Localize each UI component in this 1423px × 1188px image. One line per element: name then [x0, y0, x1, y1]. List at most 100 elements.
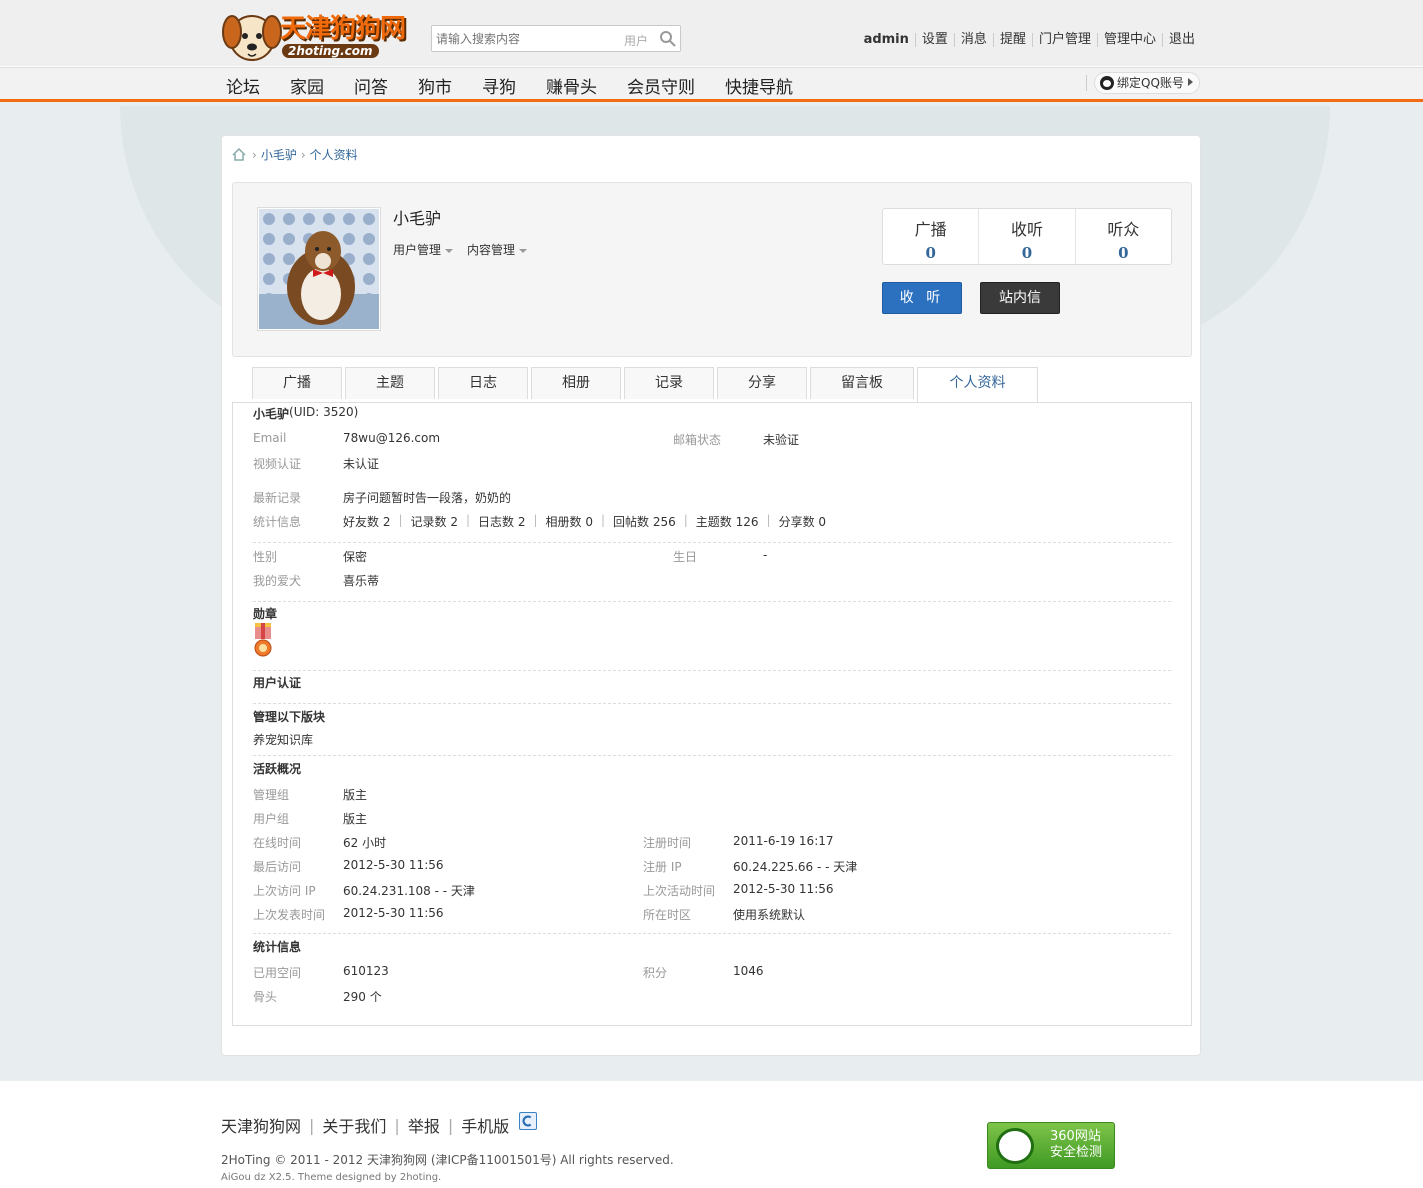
- home-icon[interactable]: [232, 148, 246, 161]
- footer-link-report[interactable]: 举报: [408, 1113, 440, 1137]
- last-post-row: 上次发表时间 2012-5-30 11:56: [253, 906, 444, 923]
- user-nav: admin 设置 消息 提醒 门户管理 管理中心 退出: [858, 33, 1201, 47]
- reg-ip-value: 60.24.225.66 - - 天津: [733, 860, 858, 874]
- nav-item-dog-market[interactable]: 狗市: [418, 73, 452, 98]
- tab-blog[interactable]: 日志: [438, 367, 528, 399]
- footer-link-home[interactable]: 天津狗狗网: [221, 1113, 301, 1137]
- 360-security-badge[interactable]: 360网站 安全检测: [987, 1122, 1115, 1169]
- last-visit-row: 最后访问 2012-5-30 11:56: [253, 858, 444, 875]
- follow-button[interactable]: 收 听: [882, 282, 962, 314]
- nav-item-earn-bones[interactable]: 赚骨头: [546, 73, 597, 98]
- manage-board-link[interactable]: 养宠知识库: [253, 731, 313, 748]
- gender-row: 性别 保密: [253, 548, 367, 565]
- search-scope-select[interactable]: 用户: [624, 32, 648, 49]
- nav-item-find-dog[interactable]: 寻狗: [482, 73, 516, 98]
- last-active-label: 上次活动时间: [643, 884, 716, 898]
- space-row: 已用空间 610123: [253, 964, 389, 981]
- user-link-logout[interactable]: 退出: [1161, 33, 1201, 47]
- tab-guestbook[interactable]: 留言板: [810, 367, 914, 399]
- follow-stats: 广播 0 收听 0 听众 0: [882, 208, 1172, 265]
- user-group-label: 用户组: [253, 812, 290, 826]
- footer-link-about[interactable]: 关于我们: [322, 1113, 386, 1137]
- last-post-value: 2012-5-30 11:56: [343, 906, 444, 920]
- footer-link-mobile[interactable]: 手机版: [461, 1113, 509, 1137]
- user-link-messages[interactable]: 消息: [953, 33, 993, 47]
- admin-group-value[interactable]: 版主: [343, 786, 367, 803]
- medal-icon[interactable]: [253, 623, 273, 657]
- tab-threads[interactable]: 主题: [345, 367, 435, 399]
- reg-ip-label: 注册 IP: [643, 860, 682, 874]
- last-visit-value: 2012-5-30 11:56: [343, 858, 444, 872]
- stat-shares[interactable]: 分享数 0: [779, 513, 826, 530]
- points-row: 积分 1046: [643, 964, 764, 981]
- timezone-label: 所在时区: [643, 908, 692, 922]
- user-group-value[interactable]: 版主: [343, 810, 367, 827]
- user-manage-dropdown[interactable]: 用户管理: [393, 241, 453, 258]
- content-manage-dropdown[interactable]: 内容管理: [467, 241, 527, 258]
- stat-title: 统计信息: [253, 940, 302, 954]
- tab-share[interactable]: 分享: [717, 367, 807, 399]
- admin-group-row: 管理组 版主: [253, 786, 367, 803]
- tab-album[interactable]: 相册: [531, 367, 621, 399]
- divider: [253, 933, 1171, 934]
- latest-row: 最新记录 房子问题暂时告一段落，奶奶的: [253, 489, 511, 506]
- user-link-admin-center[interactable]: 管理中心: [1096, 33, 1162, 47]
- stats-row: 统计信息 好友数 2 | 记录数 2 | 日志数 2 | 相册数 0 | 回帖数 256…: [253, 513, 827, 530]
- stat-followers[interactable]: 听众 0: [1074, 209, 1171, 264]
- cnzz-icon[interactable]: [519, 1112, 538, 1130]
- breadcrumb-user[interactable]: 小毛驴: [261, 146, 297, 163]
- bind-qq-button[interactable]: 绑定QQ账号: [1094, 72, 1200, 94]
- bind-qq-label: 绑定QQ账号: [1117, 76, 1184, 90]
- last-post-label: 上次发表时间: [253, 908, 326, 922]
- points-label: 积分: [643, 966, 668, 980]
- breadcrumb-profile[interactable]: 个人资料: [310, 146, 358, 163]
- site-logo[interactable]: 天津狗狗网 2hoting.com: [222, 4, 412, 64]
- stat-label: 收听: [1010, 220, 1043, 239]
- stat-albums[interactable]: 相册数 0: [546, 513, 593, 530]
- badge-text: 360网站 安全检测: [1050, 1129, 1102, 1161]
- nav-item-forum[interactable]: 论坛: [226, 73, 260, 98]
- stat-value: 0: [1118, 244, 1129, 262]
- nav-item-quick-nav[interactable]: 快捷导航: [725, 73, 793, 98]
- user-link-admin[interactable]: admin: [858, 33, 915, 47]
- last-ip-value: 60.24.231.108 - - 天津: [343, 884, 475, 898]
- user-link-portal-admin[interactable]: 门户管理: [1031, 33, 1097, 47]
- stat-following[interactable]: 收听 0: [978, 209, 1074, 264]
- nav-item-home[interactable]: 家园: [290, 73, 324, 98]
- search-box: 用户: [431, 25, 681, 52]
- user-link-reminders[interactable]: 提醒: [992, 33, 1032, 47]
- divider: [253, 670, 1171, 671]
- gender-value: 保密: [343, 550, 368, 564]
- medal-title: 勋章: [253, 607, 278, 621]
- stat-blogs[interactable]: 日志数 2: [478, 513, 525, 530]
- stat-replies[interactable]: 回帖数 256: [613, 513, 676, 530]
- private-message-button[interactable]: 站内信: [980, 282, 1060, 314]
- stat-broadcast[interactable]: 广播 0: [883, 209, 978, 264]
- email-value: 78wu@126.com: [343, 431, 441, 445]
- logo-text: 天津狗狗网: [280, 14, 406, 44]
- email-status-value: 未验证: [763, 433, 800, 447]
- tab-records[interactable]: 记录: [624, 367, 714, 399]
- tab-profile[interactable]: 个人资料: [917, 367, 1038, 402]
- search-icon[interactable]: [658, 29, 678, 49]
- stat-records[interactable]: 记录数 2: [411, 513, 458, 530]
- stat-friends[interactable]: 好友数 2: [343, 513, 390, 530]
- search-input[interactable]: [436, 30, 616, 48]
- top-header: 天津狗狗网 2hoting.com 用户 admin 设置 消息 提醒 门户管理…: [0, 0, 1423, 66]
- stat-threads[interactable]: 主题数 126: [696, 513, 759, 530]
- footer-separator: |: [309, 1115, 315, 1135]
- auth-title: 用户认证: [253, 676, 302, 690]
- bones-row: 骨头 290 个: [253, 988, 382, 1005]
- nav-item-member-rules[interactable]: 会员守则: [627, 73, 695, 98]
- online-label: 在线时间: [253, 836, 302, 850]
- divider: [253, 542, 1171, 543]
- nav-item-qa[interactable]: 问答: [354, 73, 388, 98]
- last-ip-row: 上次访问 IP 60.24.231.108 - - 天津: [253, 882, 475, 899]
- uid-name: 小毛驴: [253, 407, 290, 421]
- video-row: 视频认证 未认证: [253, 455, 379, 472]
- user-link-settings[interactable]: 设置: [914, 33, 954, 47]
- uid-line: 小毛驴 (UID: 3520): [253, 405, 358, 422]
- profile-tabs: 广播 主题 日志 相册 记录 分享 留言板 个人资料: [252, 367, 1041, 402]
- avatar[interactable]: [257, 207, 381, 331]
- tab-broadcast[interactable]: 广播: [252, 367, 342, 399]
